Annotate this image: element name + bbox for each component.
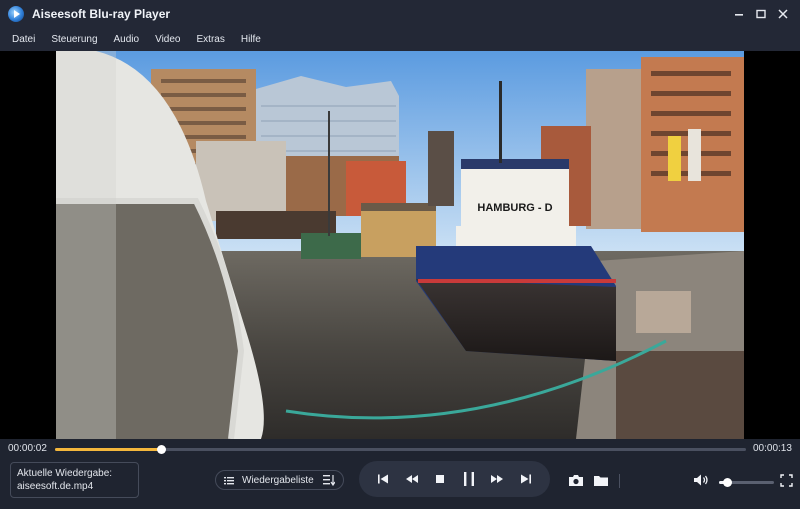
minimize-button[interactable] xyxy=(728,3,750,25)
now-playing-file: aiseesoft.de.mp4 xyxy=(17,481,94,492)
maximize-button[interactable] xyxy=(750,3,772,25)
pause-button[interactable] xyxy=(459,469,479,489)
menu-steuerung[interactable]: Steuerung xyxy=(43,34,105,45)
fast-forward-button[interactable] xyxy=(487,469,507,489)
list-icon xyxy=(224,476,234,484)
stop-icon xyxy=(436,475,445,483)
open-folder-button[interactable] xyxy=(591,470,611,490)
skip-start-button[interactable] xyxy=(373,469,393,489)
controls-bar: Aktuelle Wiedergabe: aiseesoft.de.mp4 Wi… xyxy=(0,459,800,509)
now-playing-label: Aktuelle Wiedergabe: xyxy=(17,468,113,479)
volume-handle[interactable] xyxy=(723,478,733,487)
maximize-icon xyxy=(756,9,766,18)
title-bar: Aiseesoft Blu-ray Player xyxy=(0,0,800,27)
video-frame[interactable]: HAMBURG - D xyxy=(56,51,744,439)
window-title: Aiseesoft Blu-ray Player xyxy=(32,6,171,21)
total-time: 00:00:13 xyxy=(753,443,792,454)
window-controls xyxy=(728,0,794,27)
progress-handle[interactable] xyxy=(156,445,166,454)
skip-end-button[interactable] xyxy=(516,469,536,489)
sort-list-icon[interactable] xyxy=(323,474,335,486)
camera-icon xyxy=(569,474,583,486)
playlist-label: Wiedergabeliste xyxy=(242,474,314,486)
menu-extras[interactable]: Extras xyxy=(189,34,233,45)
speaker-icon xyxy=(694,474,708,486)
mute-button[interactable] xyxy=(692,470,712,490)
pause-icon xyxy=(463,472,474,486)
divider xyxy=(619,474,620,488)
fullscreen-icon xyxy=(779,473,793,487)
progress-fill xyxy=(55,448,161,451)
snapshot-button[interactable] xyxy=(566,470,586,490)
current-time: 00:00:02 xyxy=(8,443,47,454)
video-scene-image: HAMBURG - D xyxy=(56,51,744,439)
menu-hilfe[interactable]: Hilfe xyxy=(233,34,269,45)
close-icon xyxy=(778,8,788,19)
skip-end-icon xyxy=(520,474,531,484)
fast-forward-icon xyxy=(491,475,504,483)
app-logo-icon xyxy=(8,5,24,22)
menu-audio[interactable]: Audio xyxy=(106,34,148,45)
volume-slider[interactable] xyxy=(719,478,774,487)
transport-controls xyxy=(359,461,550,497)
progress-row: 00:00:02 00:00:13 xyxy=(0,439,800,459)
menu-video[interactable]: Video xyxy=(147,34,188,45)
close-button[interactable] xyxy=(772,3,794,25)
rewind-icon xyxy=(405,475,418,483)
menu-bar: Datei Steuerung Audio Video Extras Hilfe xyxy=(0,27,800,51)
progress-bar[interactable] xyxy=(55,445,746,454)
folder-icon xyxy=(594,475,608,486)
playlist-button[interactable]: Wiedergabeliste xyxy=(215,470,344,490)
video-area[interactable]: HAMBURG - D xyxy=(0,51,800,439)
rewind-button[interactable] xyxy=(402,469,422,489)
skip-start-icon xyxy=(378,474,389,484)
stop-button[interactable] xyxy=(430,469,450,489)
menu-datei[interactable]: Datei xyxy=(4,34,43,45)
fullscreen-button[interactable] xyxy=(776,470,796,490)
now-playing-box: Aktuelle Wiedergabe: aiseesoft.de.mp4 xyxy=(10,462,139,498)
minimize-icon xyxy=(735,13,743,16)
boat-name-text: HAMBURG - D xyxy=(477,202,552,214)
